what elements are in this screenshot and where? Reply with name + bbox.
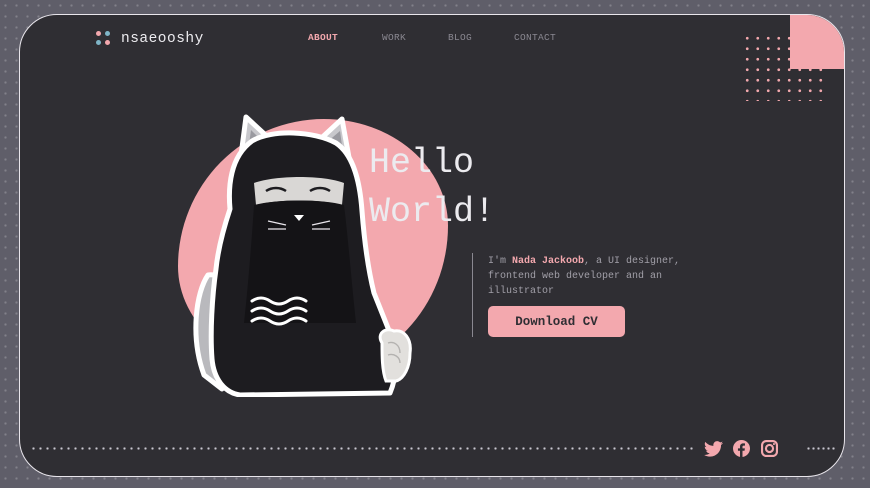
brand-logo[interactable]: nsaeooshy [96,31,204,47]
decorative-dot-grid [742,33,828,101]
instagram-icon[interactable] [760,440,779,457]
four-dots-logo-icon [96,31,112,47]
nav-link-about[interactable]: ABOUT [308,32,338,43]
download-cv-button[interactable]: Download CV [488,306,625,337]
nav-link-work[interactable]: WORK [382,32,406,43]
nav-link-contact[interactable]: CONTACT [514,32,556,43]
main-nav: ABOUT WORK BLOG CONTACT [308,32,598,43]
intro-name: Nada Jackoob [512,256,585,267]
intro-text: I'm Nada Jackoob, a UI designer, fronten… [488,254,716,299]
bottom-dotted-divider-right [806,447,836,450]
facebook-icon[interactable] [732,440,751,457]
social-links [704,440,779,457]
hero-heading-line-1: Hello [369,143,475,183]
bottom-dotted-divider [30,447,694,450]
intro-prefix: I'm [488,256,513,267]
twitter-icon[interactable] [704,440,723,457]
brand-name: nsaeooshy [121,31,204,47]
hero-heading-line-2: World! [369,192,496,232]
page-frame: nsaeooshy ABOUT WORK BLOG CONTACT Hello … [19,14,845,477]
nav-link-blog[interactable]: BLOG [448,32,472,43]
hero-heading: Hello World! [369,139,569,237]
intro-block: I'm Nada Jackoob, a UI designer, fronten… [472,253,723,337]
